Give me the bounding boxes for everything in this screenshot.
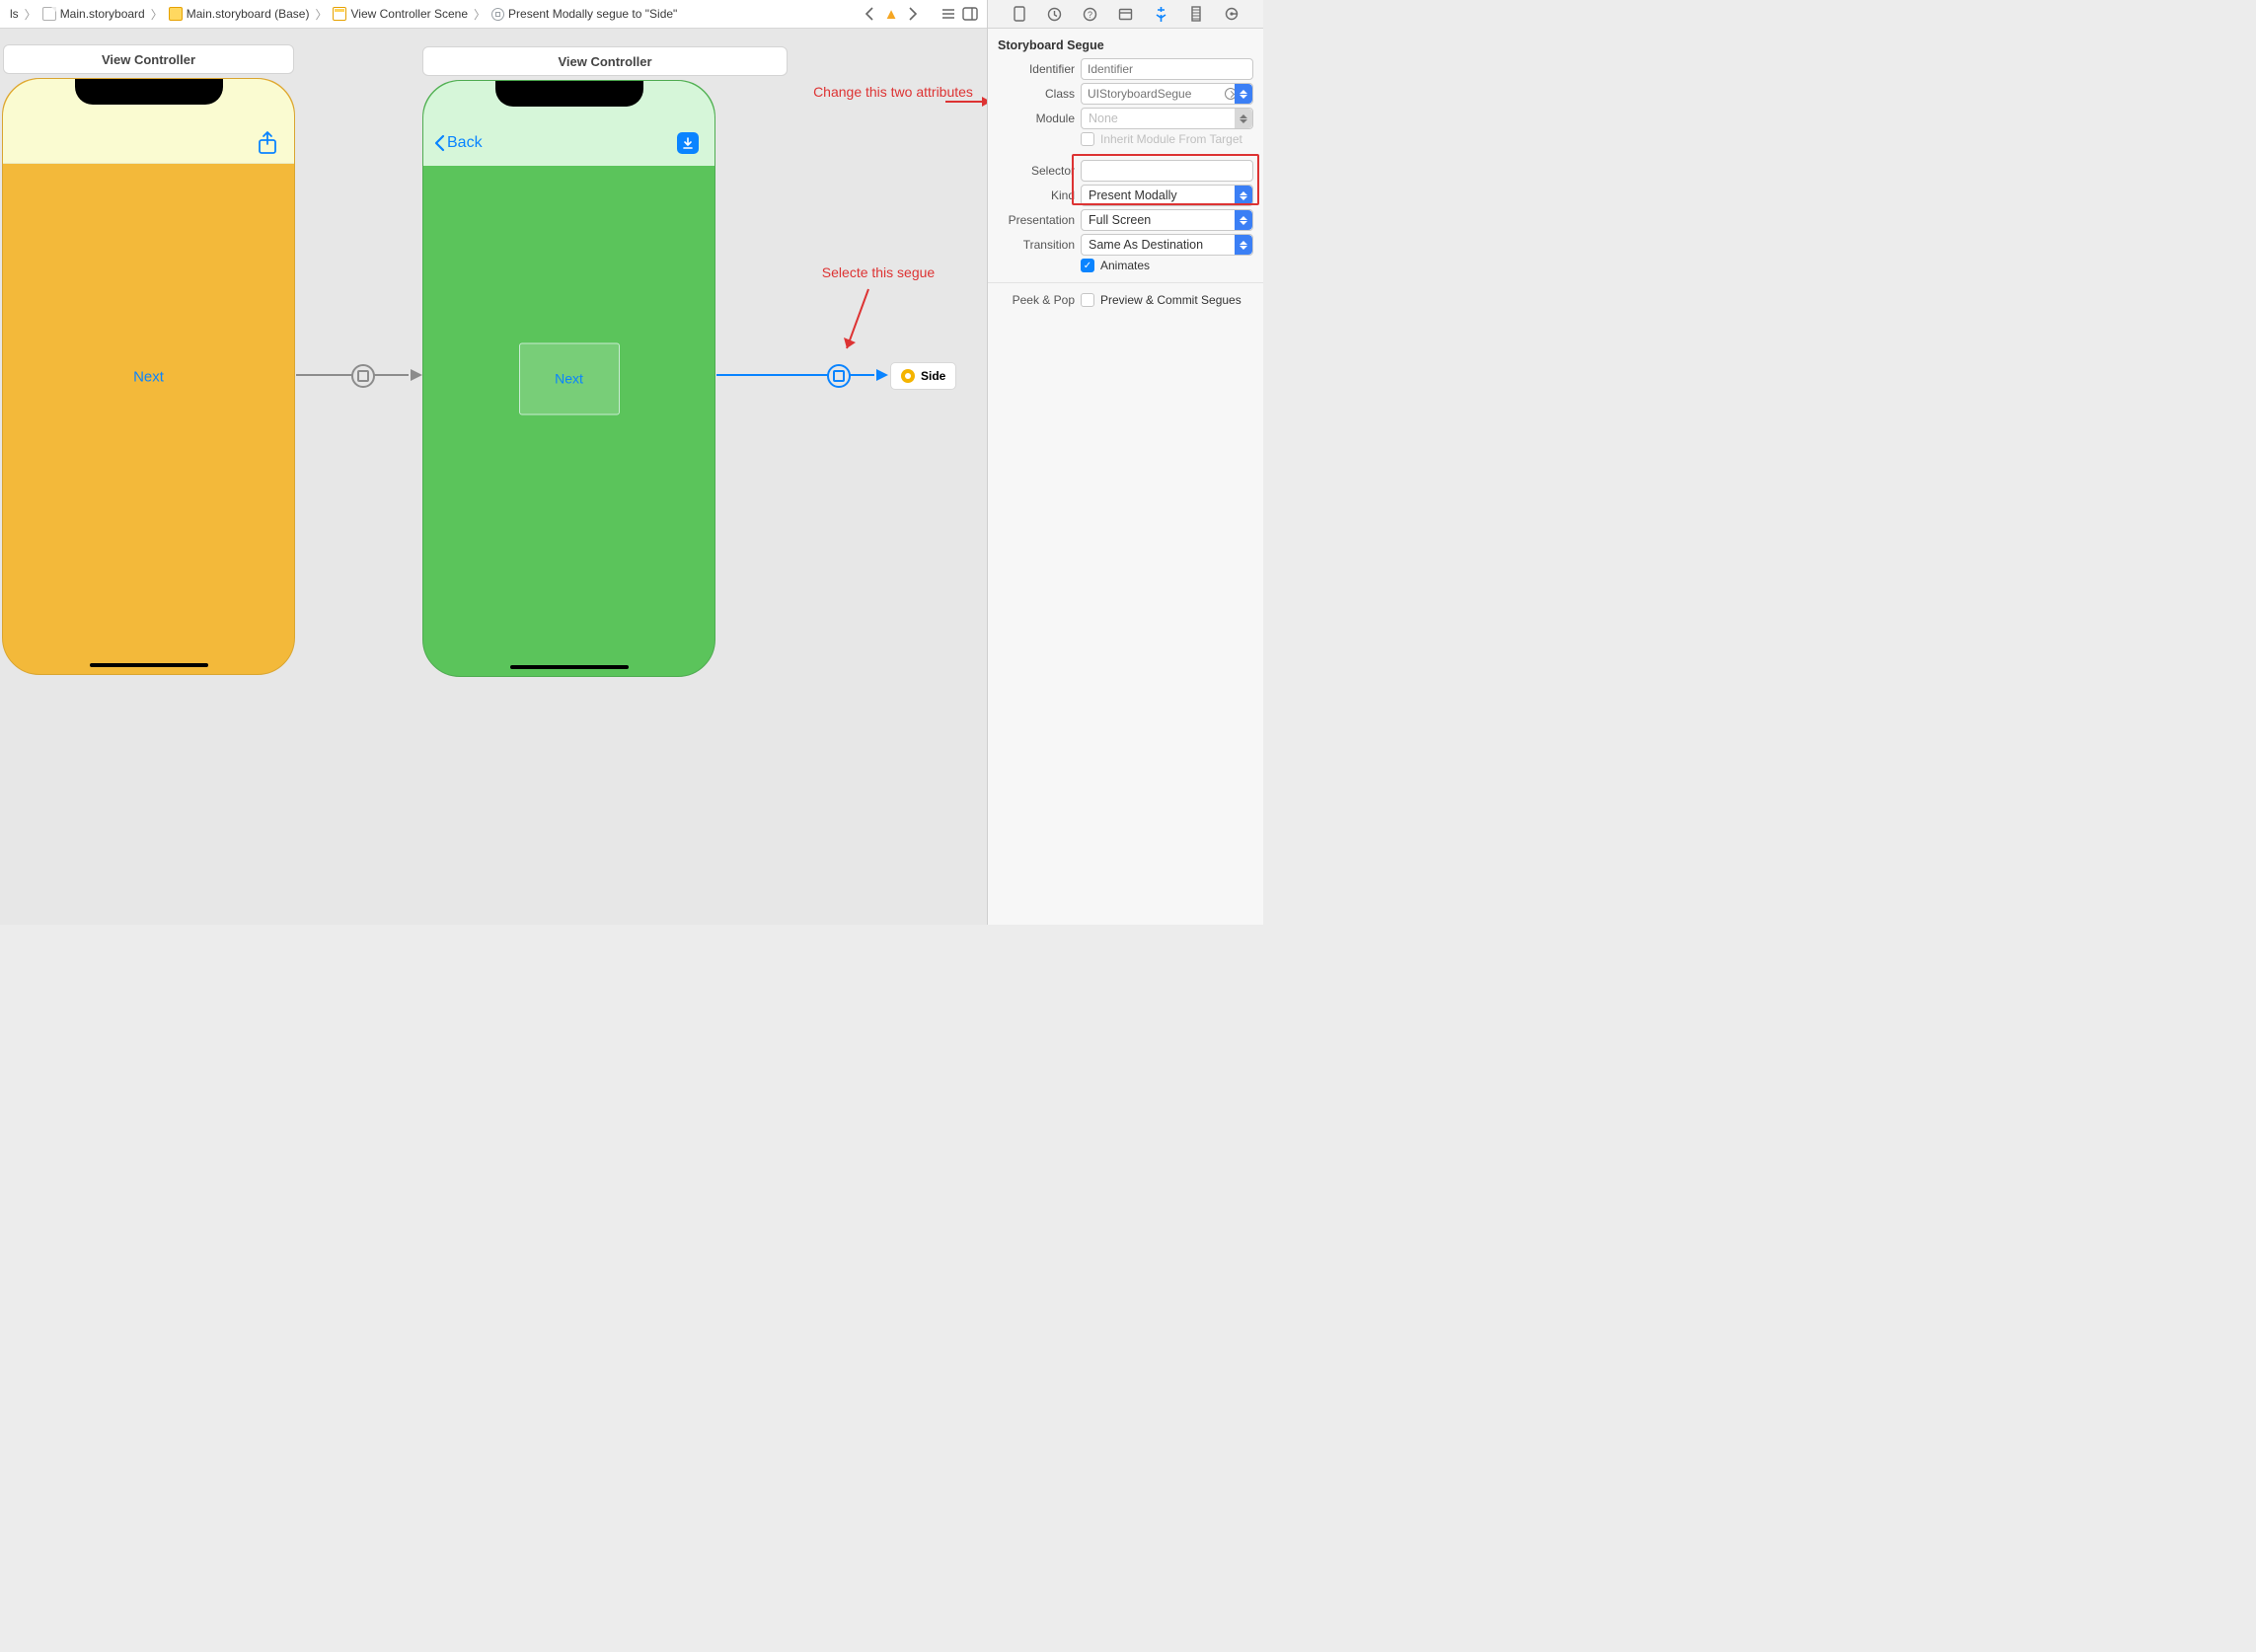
scene-title-bar[interactable]: View Controller [3,44,294,74]
path-segment-base[interactable]: Main.storyboard (Base) [165,7,314,21]
divider [988,282,1263,283]
reference-label: Side [921,369,945,383]
scene-title-label: View Controller [558,54,651,69]
kind-select[interactable]: Present Modally [1081,185,1253,206]
segue-arrow-selected[interactable] [716,374,888,376]
annotation-select-segue: Selecte this segue [790,263,967,282]
module-label: Module [998,112,1075,125]
select-value: Present Modally [1089,188,1177,202]
attributes-inspector-tab[interactable] [1151,4,1170,24]
transition-select[interactable]: Same As Destination [1081,234,1253,256]
path-text: View Controller Scene [350,7,468,21]
download-icon[interactable] [677,132,699,154]
annotation-text: Selecte this segue [822,264,935,280]
reference-icon [901,369,915,383]
warning-icon: ▲ [884,7,899,22]
scene-title-label: View Controller [102,52,195,67]
home-indicator [510,665,629,669]
path-text: ls [10,7,19,21]
nav-forward-button[interactable] [902,3,924,25]
animates-label: Animates [1100,259,1150,272]
presentation-label: Presentation [998,213,1075,227]
toggle-minimap-button[interactable] [959,3,981,25]
path-segment-file[interactable]: Main.storyboard [38,7,149,21]
path-text: Present Modally segue to "Side" [508,7,677,21]
share-icon[interactable] [257,130,278,156]
animates-checkbox[interactable] [1081,259,1094,272]
file-icon [42,7,56,21]
peek-pop-checkbox[interactable] [1081,293,1094,307]
chevron-right-icon: 〉 [23,6,38,23]
segue-node[interactable] [351,364,375,388]
path-text: Main.storyboard (Base) [187,7,310,21]
peek-pop-label: Peek & Pop [998,293,1075,307]
class-dropdown[interactable] [1239,83,1253,105]
inspector-tab-bar: ? [988,0,1263,29]
class-label: Class [998,87,1075,101]
annotation-arrow-icon [943,88,987,117]
inherit-module-checkbox[interactable] [1081,132,1094,146]
back-button[interactable]: Back [433,134,483,152]
file-inspector-tab[interactable] [1010,4,1029,24]
transition-label: Transition [998,238,1075,252]
kind-label: Kind [998,188,1075,202]
adjust-editor-button[interactable] [938,3,959,25]
select-value: Same As Destination [1089,238,1203,252]
identity-inspector-tab[interactable] [1115,4,1135,24]
path-segment-segue[interactable]: Present Modally segue to "Side" [488,7,681,21]
button-label: Next [133,368,164,385]
section-title: Storyboard Segue [998,38,1253,52]
connections-inspector-tab[interactable] [1222,4,1241,24]
storyboard-reference-side[interactable]: Side [890,362,956,390]
jump-bar: ls 〉 Main.storyboard 〉 Main.storyboard (… [0,0,987,29]
device-notch [495,81,643,107]
peek-pop-value: Preview & Commit Segues [1100,293,1241,307]
storyboard-canvas[interactable]: View Controller Next View Controller Bac… [0,29,987,925]
help-inspector-tab[interactable]: ? [1081,4,1100,24]
container-view[interactable]: Next [519,342,620,414]
scene-title-bar[interactable]: View Controller [422,46,788,76]
identifier-label: Identifier [998,62,1075,76]
view-controller-2[interactable]: Back Next [422,80,715,677]
storyboard-icon [169,7,183,21]
button-label: Next [555,371,583,387]
inherit-module-label: Inherit Module From Target [1100,132,1242,146]
selector-input[interactable] [1081,160,1253,182]
device-notch [75,79,223,105]
segue-icon [491,8,504,21]
inspector-body: Storyboard Segue Identifier Class Module… [988,29,1263,330]
annotation-arrow-icon [839,285,888,364]
segue-node-selected[interactable] [827,364,851,388]
issues-button[interactable]: ▲ [880,3,902,25]
home-indicator [90,663,208,667]
next-button[interactable]: Next [133,368,164,385]
chevron-right-icon: 〉 [149,6,165,23]
chevron-right-icon: 〉 [313,6,329,23]
module-select[interactable]: None [1081,108,1253,129]
presentation-select[interactable]: Full Screen [1081,209,1253,231]
history-inspector-tab[interactable] [1045,4,1065,24]
path-segment-scene[interactable]: View Controller Scene [329,7,472,21]
nav-back-button[interactable] [859,3,880,25]
size-inspector-tab[interactable] [1186,4,1206,24]
selector-label: Selector [998,164,1075,178]
select-value: Full Screen [1089,213,1151,227]
chevron-left-icon [433,134,445,152]
view-controller-1[interactable]: Next [2,78,295,675]
path-text: Main.storyboard [60,7,145,21]
select-value: None [1089,112,1118,125]
path-segment-root[interactable]: ls [6,7,23,21]
inspector-panel: ? Storyboard Segue Identifier Class Modu… [987,0,1263,925]
back-label: Back [447,134,483,152]
scene-icon [333,7,346,21]
class-input[interactable] [1081,83,1224,105]
svg-text:?: ? [1088,10,1092,20]
chevron-right-icon: 〉 [472,6,488,23]
identifier-input[interactable] [1081,58,1253,80]
